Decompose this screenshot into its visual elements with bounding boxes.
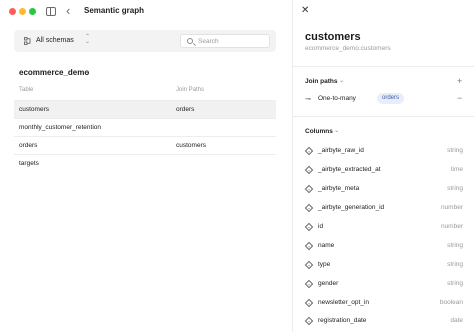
window-title: Semantic graph	[84, 6, 145, 15]
column-type: string	[447, 185, 463, 192]
search-placeholder: Search	[198, 38, 219, 45]
chevron-updown-icon[interactable]: ⌃ ⌄	[85, 34, 90, 45]
column-diamond-icon	[304, 279, 314, 289]
minus-icon[interactable]: −	[457, 93, 462, 103]
join-relation-icon: ⊸	[305, 96, 311, 103]
column-row[interactable]: id number	[293, 219, 474, 238]
chevron-down-icon[interactable]: ⌄	[84, 67, 90, 75]
join-paths-heading[interactable]: Join paths	[305, 78, 338, 85]
column-type: string	[447, 280, 463, 287]
column-header-table: Table	[19, 87, 34, 93]
divider	[293, 66, 474, 67]
column-type: string	[447, 242, 463, 249]
join-path: orders	[176, 106, 195, 113]
column-diamond-icon	[304, 298, 314, 308]
minimize-window-button[interactable]	[19, 8, 26, 15]
sidebar-toggle-icon[interactable]	[46, 7, 56, 16]
search-icon	[187, 38, 193, 44]
chevron-left-icon[interactable]: ‹	[66, 4, 76, 18]
panel-subtitle: ecommerce_demo.customers	[305, 45, 391, 52]
column-diamond-icon	[304, 260, 314, 270]
chevron-down-icon[interactable]: ⌄	[334, 127, 339, 134]
column-type: boolean	[439, 299, 463, 306]
column-type: number	[440, 204, 463, 211]
column-header-join-paths: Join Paths	[176, 87, 205, 93]
column-type: number	[440, 223, 463, 230]
column-row[interactable]: _airbyte_extracted_at time	[293, 162, 474, 181]
column-name: _airbyte_meta	[318, 185, 360, 192]
table-row[interactable]: orders customers	[14, 136, 276, 154]
column-row[interactable]: registration_date date	[293, 313, 474, 332]
detail-panel: ✕ customers ecommerce_demo.customers Joi…	[292, 0, 474, 332]
column-name: newsletter_opt_in	[318, 299, 369, 306]
table-name: monthly_customer_retention	[19, 124, 102, 131]
title-bar: ‹ Semantic graph	[0, 0, 292, 24]
panel-title: customers	[305, 31, 361, 43]
table-row[interactable]: targets	[14, 154, 276, 172]
maximize-window-button[interactable]	[29, 8, 36, 15]
schema-select[interactable]: All schemas	[36, 37, 74, 44]
column-diamond-icon	[304, 146, 314, 156]
search-input[interactable]: Search	[180, 34, 270, 48]
column-type: date	[450, 317, 463, 324]
table-name: targets	[19, 160, 39, 167]
column-diamond-icon	[304, 222, 314, 232]
column-diamond-icon	[304, 203, 314, 213]
chevron-down-icon[interactable]: ⌄	[339, 77, 344, 84]
column-row[interactable]: name string	[293, 238, 474, 257]
column-name: gender	[318, 280, 339, 287]
column-diamond-icon	[304, 165, 314, 175]
plus-icon[interactable]: +	[457, 76, 462, 86]
column-name: name	[318, 242, 335, 249]
column-name: _airbyte_extracted_at	[318, 166, 381, 173]
column-row[interactable]: gender string	[293, 276, 474, 295]
column-name: _airbyte_raw_id	[318, 147, 364, 154]
column-type: time	[450, 166, 463, 173]
column-row[interactable]: _airbyte_meta string	[293, 181, 474, 200]
close-window-button[interactable]	[9, 8, 16, 15]
column-row[interactable]: type string	[293, 257, 474, 276]
column-type: string	[447, 147, 463, 154]
column-diamond-icon	[304, 316, 314, 326]
columns-heading[interactable]: Columns	[305, 128, 333, 135]
database-heading[interactable]: ecommerce_demo	[19, 68, 89, 77]
column-name: registration_date	[318, 317, 367, 324]
schema-icon	[24, 37, 31, 45]
close-icon[interactable]: ✕	[301, 6, 309, 16]
table-row[interactable]: monthly_customer_retention	[14, 118, 276, 136]
main-pane: ‹ Semantic graph All schemas ⌃ ⌄ Search e…	[0, 0, 292, 332]
column-row[interactable]: _airbyte_generation_id number	[293, 200, 474, 219]
table-name: customers	[19, 106, 49, 113]
column-diamond-icon	[304, 241, 314, 251]
column-row[interactable]: newsletter_opt_in boolean	[293, 295, 474, 314]
column-name: type	[318, 261, 331, 268]
tables-list: Table Join Paths customers orders monthl…	[14, 82, 276, 172]
column-diamond-icon	[304, 184, 314, 194]
column-name: _airbyte_generation_id	[318, 204, 385, 211]
table-header: Table Join Paths	[14, 82, 276, 100]
table-name: orders	[19, 142, 38, 149]
join-path: customers	[176, 142, 206, 149]
column-name: id	[318, 223, 324, 230]
filter-bar: All schemas ⌃ ⌄ Search	[14, 30, 276, 52]
join-target-pill[interactable]: orders	[377, 93, 405, 104]
column-type: string	[447, 261, 463, 268]
join-relation: One-to-many	[318, 95, 356, 102]
column-row[interactable]: _airbyte_raw_id string	[293, 143, 474, 162]
divider	[293, 116, 474, 117]
table-row[interactable]: customers orders	[14, 100, 276, 118]
